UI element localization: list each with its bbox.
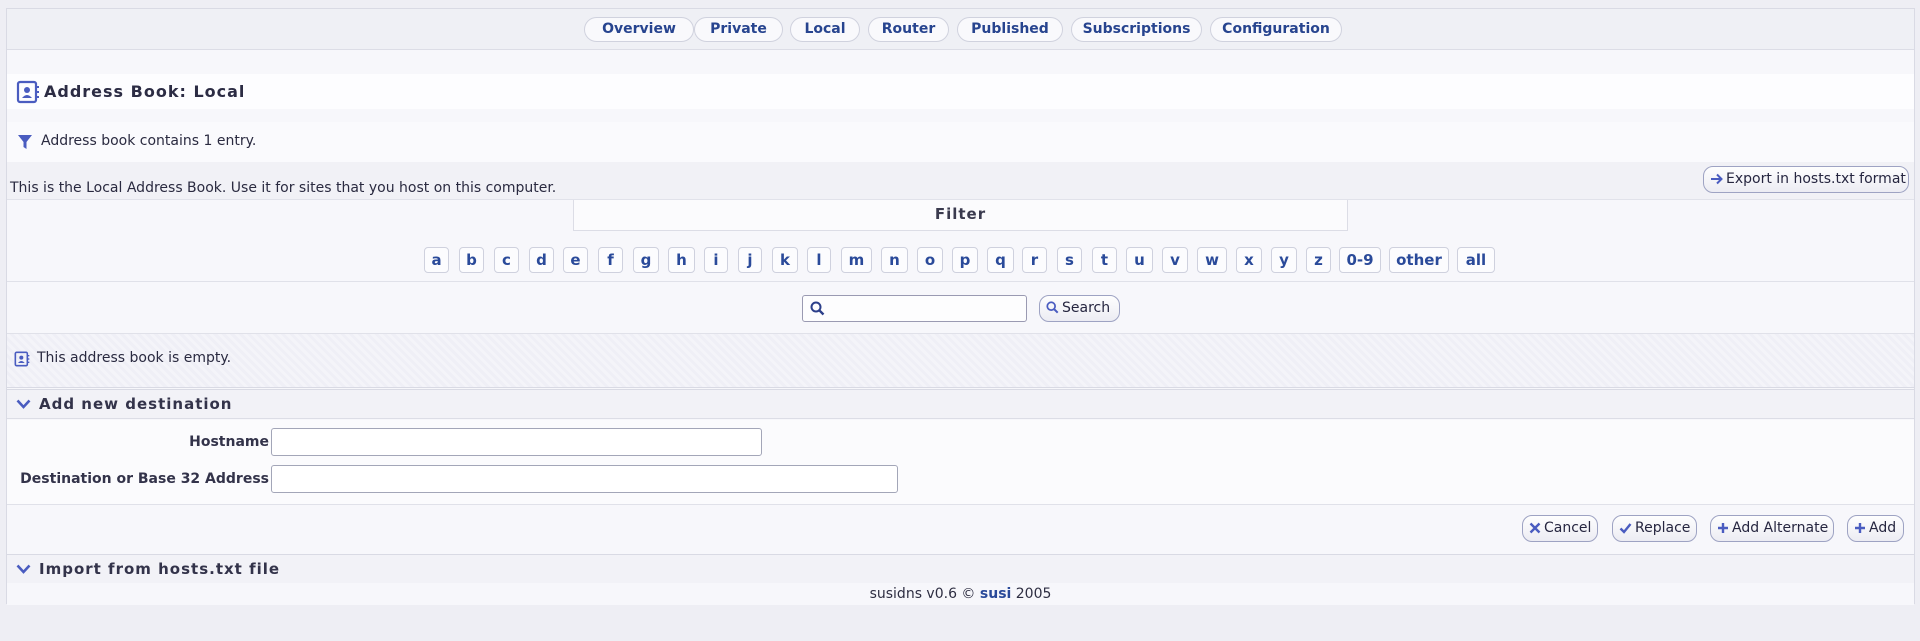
add-destination-header[interactable]: Add new destination: [7, 389, 1914, 419]
empty-notice: This address book is empty.: [7, 334, 1914, 388]
chevron-down-icon: [16, 399, 31, 409]
search-button[interactable]: Search: [1039, 295, 1120, 322]
filter-letter-c[interactable]: c: [494, 247, 519, 273]
filter-letter-t[interactable]: t: [1092, 247, 1117, 273]
filter-letter-j[interactable]: j: [738, 247, 762, 273]
import-title: Import from hosts.txt file: [39, 560, 281, 578]
top-nav: Overview Private Local Router Published …: [7, 9, 1914, 50]
add-alternate-button[interactable]: Add Alternate: [1710, 515, 1834, 542]
filter-heading: Filter: [573, 200, 1348, 231]
footer-year: 2005: [1011, 586, 1052, 602]
plus-icon: [1717, 520, 1732, 536]
filter-letter-x[interactable]: x: [1236, 247, 1262, 273]
filter-other[interactable]: other: [1389, 247, 1449, 273]
add-alternate-button-label: Add Alternate: [1732, 520, 1829, 536]
filter-letter-i[interactable]: i: [704, 247, 728, 273]
search-row: Search: [7, 282, 1914, 334]
filter-letter-s[interactable]: s: [1057, 247, 1082, 273]
close-icon: [1529, 520, 1544, 536]
hostname-field[interactable]: [271, 428, 762, 456]
empty-text: This address book is empty.: [37, 350, 232, 366]
export-button-label: Export in hosts.txt format: [1726, 171, 1906, 187]
filter-letter-b[interactable]: b: [459, 247, 484, 273]
tab-published[interactable]: Published: [957, 17, 1063, 42]
filter-digits[interactable]: 0-9: [1339, 247, 1381, 273]
info-bar: This is the Local Address Book. Use it f…: [7, 162, 1914, 200]
footer-author-link[interactable]: susi: [980, 586, 1011, 602]
entry-count-text: Address book contains 1 entry.: [41, 133, 257, 149]
filter-all[interactable]: all: [1457, 247, 1495, 273]
filter-letter-r[interactable]: r: [1022, 247, 1047, 273]
filter-letter-o[interactable]: o: [917, 247, 943, 273]
search-button-icon: [1046, 300, 1062, 316]
arrow-right-icon: [1710, 171, 1726, 187]
footer: susidns v0.6 © susi 2005: [7, 583, 1914, 605]
filter-letter-g[interactable]: g: [633, 247, 659, 273]
entry-count-bar: Address book contains 1 entry.: [7, 122, 1914, 162]
filter-letter-p[interactable]: p: [952, 247, 978, 273]
destination-label: Destination or Base 32 Address: [20, 471, 269, 487]
filter-letter-f[interactable]: f: [598, 247, 623, 273]
export-hosts-button[interactable]: Export in hosts.txt format: [1703, 166, 1909, 193]
app-frame: Overview Private Local Router Published …: [6, 8, 1915, 605]
filter-letter-m[interactable]: m: [841, 247, 872, 273]
add-button[interactable]: Add: [1847, 515, 1904, 542]
filter-icon: [17, 134, 33, 154]
add-button-label: Add: [1869, 520, 1897, 536]
filter-letter-h[interactable]: h: [668, 247, 695, 273]
tab-router[interactable]: Router: [868, 17, 949, 42]
filter-letter-e[interactable]: e: [563, 247, 588, 273]
chevron-down-icon: [16, 564, 31, 574]
hostname-label: Hostname: [189, 434, 269, 450]
tab-private[interactable]: Private: [694, 17, 783, 42]
footer-version: susidns v0.6 ©: [869, 586, 980, 602]
address-book-small-icon: [14, 351, 30, 371]
tab-subscriptions[interactable]: Subscriptions: [1071, 17, 1202, 42]
search-input[interactable]: [802, 295, 1027, 322]
plus-icon: [1854, 520, 1869, 536]
search-button-label: Search: [1062, 300, 1111, 316]
form-actions: Cancel Replace Add Alternate Add: [7, 505, 1914, 554]
search-icon: [810, 301, 825, 320]
description-text: This is the Local Address Book. Use it f…: [10, 180, 557, 196]
add-destination-form: Hostname Destination or Base 32 Address: [7, 420, 1914, 505]
filter-letter-k[interactable]: k: [772, 247, 798, 273]
destination-field[interactable]: [271, 465, 898, 493]
page-header: Address Book: Local: [7, 74, 1914, 109]
filter-letter-d[interactable]: d: [529, 247, 554, 273]
filter-letter-w[interactable]: w: [1197, 247, 1227, 273]
tab-overview[interactable]: Overview: [584, 17, 694, 42]
tab-local[interactable]: Local: [790, 17, 860, 42]
tab-configuration[interactable]: Configuration: [1210, 17, 1342, 42]
replace-button-label: Replace: [1635, 520, 1691, 536]
cancel-button-label: Cancel: [1544, 520, 1592, 536]
filter-letter-a[interactable]: a: [424, 247, 449, 273]
filter-letter-q[interactable]: q: [987, 247, 1014, 273]
filter-letter-v[interactable]: v: [1162, 247, 1188, 273]
checkmark-icon: [1619, 520, 1635, 536]
filter-letter-l[interactable]: l: [807, 247, 831, 273]
page-title: Address Book: Local: [44, 82, 246, 101]
import-header[interactable]: Import from hosts.txt file: [7, 554, 1914, 584]
filter-letter-y[interactable]: y: [1271, 247, 1297, 273]
replace-button[interactable]: Replace: [1612, 515, 1697, 542]
filter-letter-z[interactable]: z: [1306, 247, 1331, 273]
filter-letter-n[interactable]: n: [881, 247, 908, 273]
letter-filter-bar: a b c d e f g h i j k l m n o p q r s t …: [7, 239, 1914, 282]
cancel-button[interactable]: Cancel: [1522, 515, 1598, 542]
address-book-icon: [16, 80, 40, 108]
add-destination-title: Add new destination: [39, 395, 233, 413]
filter-letter-u[interactable]: u: [1126, 247, 1153, 273]
